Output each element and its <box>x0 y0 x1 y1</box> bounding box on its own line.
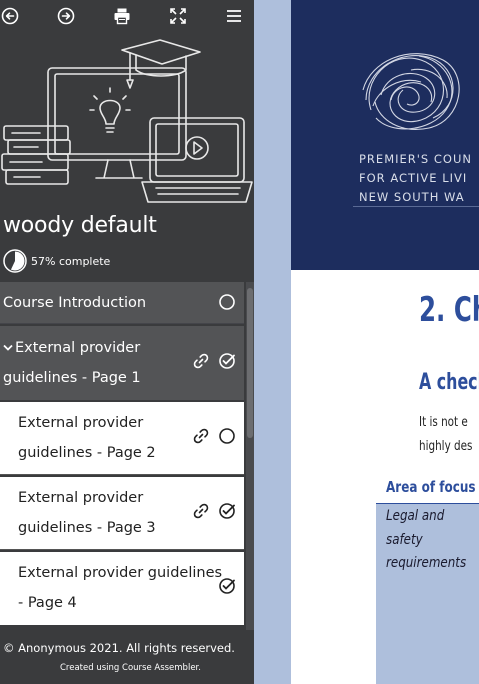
sidebar-footer: © Anonymous 2021. All rights reserved. C… <box>0 632 254 684</box>
nav-item-label: External provider guidelines - Page 1 <box>3 340 141 386</box>
progress-pie-icon <box>3 249 27 273</box>
course-progress: 57% complete <box>3 248 110 274</box>
table-header-area-of-focus: Area of focus <box>386 478 476 496</box>
content-area: PREMIER'S COUN FOR ACTIVE LIVI NEW SOUTH… <box>254 0 479 684</box>
print-button[interactable] <box>110 4 134 28</box>
nav-item-label: External provider guidelines - Page 4 <box>18 565 223 611</box>
document-page: PREMIER'S COUN FOR ACTIVE LIVI NEW SOUTH… <box>291 0 479 684</box>
document-heading: 2. Ch <box>419 290 479 330</box>
table-cell-line-3: requirements <box>386 555 467 571</box>
course-navigation: Course Introduction External provider gu… <box>0 282 254 630</box>
chevron-down-icon <box>3 344 13 351</box>
table-cell-line-2: safety <box>386 532 423 548</box>
nav-scrollbar[interactable] <box>246 282 254 630</box>
document-header: PREMIER'S COUN FOR ACTIVE LIVI NEW SOUTH… <box>291 0 479 270</box>
circle-incomplete-icon <box>219 294 235 310</box>
created-with-text: Created using Course Assembler. <box>60 663 201 673</box>
hamburger-menu-icon <box>227 10 241 22</box>
nav-scrollbar-thumb[interactable] <box>247 288 253 438</box>
table-cell: Legal and safety requirements <box>376 504 479 684</box>
org-name-line-3: NEW SOUTH WA <box>359 190 465 204</box>
nav-item-course-introduction[interactable]: Course Introduction <box>0 282 244 324</box>
circle-incomplete-icon <box>219 428 235 444</box>
course-hero-illustration <box>1 39 253 203</box>
progress-label: 57% complete <box>31 254 111 268</box>
swirl-logo-icon <box>362 53 460 130</box>
circle-arrow-right-icon <box>57 7 75 25</box>
course-title: woody default <box>3 213 157 238</box>
nav-item-label: External provider guidelines - Page 3 <box>18 490 156 536</box>
link-icon <box>193 353 209 369</box>
printer-icon <box>114 8 130 25</box>
org-name-line-2: FOR ACTIVE LIVI <box>359 171 468 185</box>
circle-check-icon <box>219 353 235 369</box>
copyright-text: © Anonymous 2021. All rights reserved. <box>3 641 235 655</box>
org-name-line-1: PREMIER'S COUN <box>359 152 472 166</box>
forward-button[interactable] <box>54 4 78 28</box>
menu-button[interactable] <box>222 4 246 28</box>
header-divider <box>353 206 479 207</box>
link-icon <box>193 503 209 519</box>
circle-arrow-left-icon <box>1 7 19 25</box>
expand-icon <box>170 8 186 24</box>
nav-item-external-provider-page-2[interactable]: External provider guidelines - Page 2 <box>0 402 244 475</box>
back-button[interactable] <box>0 4 22 28</box>
table-cell-line-1: Legal and <box>386 508 445 524</box>
document-paragraph-line-1: It is not e <box>419 415 468 430</box>
fullscreen-button[interactable] <box>166 4 190 28</box>
sidebar-toolbar <box>0 0 254 32</box>
document-subheading: A check <box>419 370 479 395</box>
document-paragraph-line-2: highly des <box>419 439 473 454</box>
nav-item-external-provider-page-1[interactable]: External provider guidelines - Page 1 <box>0 326 244 400</box>
circle-check-icon <box>219 578 235 594</box>
link-icon <box>193 428 209 444</box>
nav-item-external-provider-page-3[interactable]: External provider guidelines - Page 3 <box>0 477 244 550</box>
course-sidebar: woody default 57% complete Course Introd… <box>0 0 254 684</box>
nav-item-label: External provider guidelines - Page 2 <box>18 415 156 461</box>
nav-item-label: Course Introduction <box>3 295 147 311</box>
circle-check-icon <box>219 503 235 519</box>
nav-item-external-provider-page-4[interactable]: External provider guidelines - Page 4 <box>0 552 244 625</box>
